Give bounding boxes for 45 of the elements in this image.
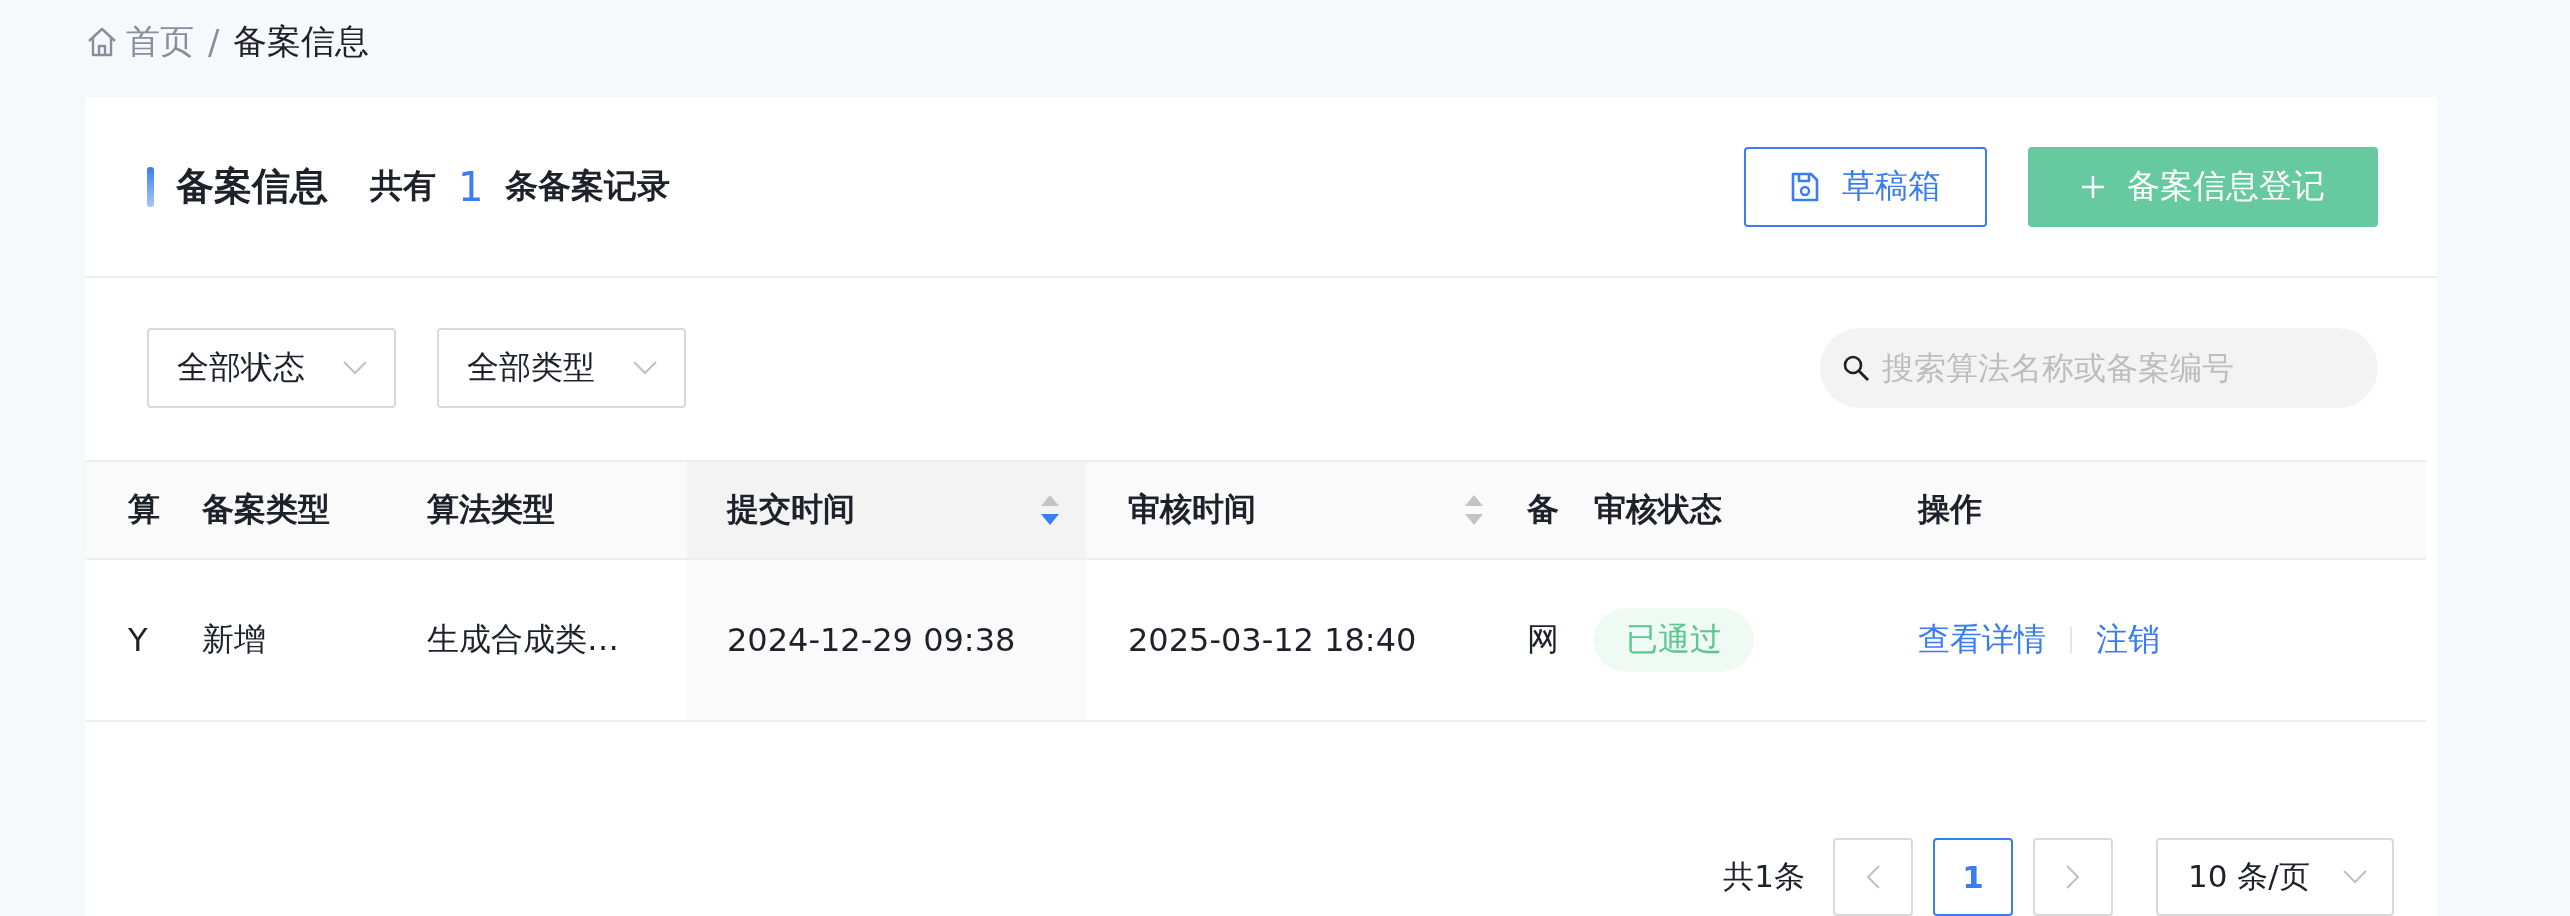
column-header: 备案类型 xyxy=(202,489,331,530)
table-cell-text: 网 xyxy=(1527,619,1559,660)
column-header: 算法类型 xyxy=(427,489,556,530)
column-header: 提交时间 xyxy=(727,489,856,530)
chevron-right-icon xyxy=(2065,864,2081,890)
status-badge: 已通过 xyxy=(1594,608,1754,672)
column-header: 审核时间 xyxy=(1128,489,1257,530)
page-size-dropdown[interactable]: 10 条/页 xyxy=(2156,838,2394,916)
page-title: 备案信息 xyxy=(176,163,328,210)
record-count-label: 条备案记录 xyxy=(505,165,671,207)
sort-icon[interactable] xyxy=(1464,493,1484,527)
search-icon xyxy=(1842,354,1870,382)
total-count: 共1条 xyxy=(1723,857,1805,896)
chevron-down-icon xyxy=(2342,869,2368,885)
table-cell: 2024-12-29 09:38 xyxy=(727,621,1016,659)
page-button[interactable]: 1 xyxy=(1933,838,2013,916)
column-header: 备 xyxy=(1527,489,1560,530)
filter-dropdown[interactable]: 全部状态 xyxy=(147,328,396,408)
next-page-button[interactable] xyxy=(2033,838,2113,916)
chevron-down-icon xyxy=(342,360,368,376)
chevron-left-icon xyxy=(1865,864,1881,890)
table-cell: 2025-03-12 18:40 xyxy=(1128,621,1417,659)
column-header: 审核状态 xyxy=(1594,489,1723,530)
record-count: 1 xyxy=(458,163,484,210)
prev-page-button[interactable] xyxy=(1833,838,1913,916)
view-details-link[interactable]: 查看详情 xyxy=(1918,618,2046,662)
chevron-down-icon xyxy=(632,360,658,376)
sort-icon[interactable] xyxy=(1040,493,1060,527)
drafts-button[interactable]: 草稿箱 xyxy=(1744,146,1987,227)
column-header: 操作 xyxy=(1918,489,1983,530)
table-cell: Y xyxy=(128,621,148,659)
title-accent-bar xyxy=(147,166,154,207)
table-cell-text: 生成合成类… xyxy=(427,619,619,660)
cancel-link[interactable]: 注销 xyxy=(2096,618,2160,662)
breadcrumb-separator: / xyxy=(208,22,220,62)
plus-icon xyxy=(2081,174,2105,199)
home-icon xyxy=(86,26,118,58)
column-header: 算 xyxy=(128,489,161,530)
breadcrumb-home-link[interactable]: 首页 xyxy=(86,19,194,65)
breadcrumb-current: 备案信息 xyxy=(233,20,370,63)
register-button[interactable]: 备案信息登记 xyxy=(2028,146,2378,227)
table-cell-text: 新增 xyxy=(202,619,266,660)
record-count-label: 共有 xyxy=(370,165,436,207)
save-icon xyxy=(1790,170,1820,203)
filter-dropdown[interactable]: 全部类型 xyxy=(437,328,686,408)
